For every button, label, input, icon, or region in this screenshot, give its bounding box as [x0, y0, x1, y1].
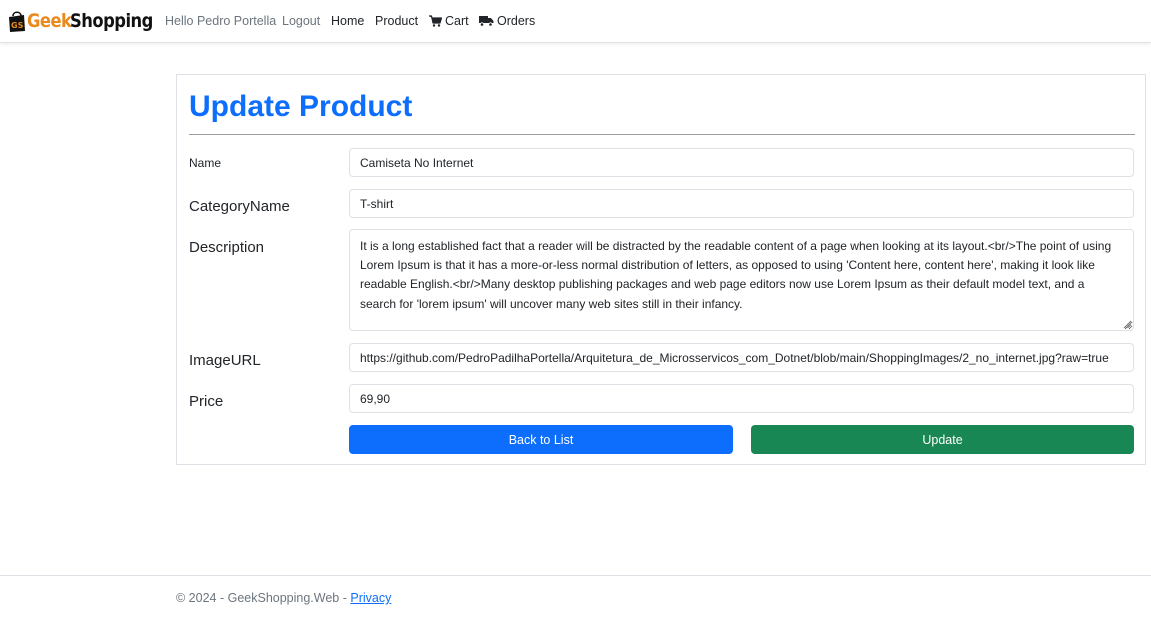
privacy-link[interactable]: Privacy	[350, 591, 391, 605]
svg-text:GS: GS	[11, 21, 24, 30]
navbar: GS Geek Shopping Hello Pedro Portella Lo…	[0, 0, 1151, 43]
resize-grip-icon[interactable]	[1122, 319, 1132, 329]
name-input[interactable]	[349, 148, 1134, 177]
description-textarea[interactable]: It is a long established fact that a rea…	[349, 229, 1134, 331]
brand-name-geek: Geek	[27, 10, 72, 32]
page-title: Update Product	[189, 90, 413, 123]
name-label: Name	[189, 156, 222, 170]
nav-cart-label: Cart	[445, 14, 469, 28]
truck-icon	[479, 16, 494, 27]
footer-divider	[0, 575, 1151, 576]
shopping-bag-logo-icon: GS	[9, 11, 25, 32]
image-url-input[interactable]	[349, 343, 1134, 372]
logout-link[interactable]: Logout	[282, 13, 320, 29]
title-divider	[189, 134, 1135, 135]
brand-logo-link[interactable]: GS Geek Shopping	[8, 6, 160, 36]
cart-icon	[429, 15, 442, 27]
footer-copyright: © 2024 - GeekShopping.Web -	[176, 591, 351, 605]
description-label: Description	[189, 239, 265, 256]
image-url-label: ImageURL	[189, 352, 261, 369]
price-label: Price	[189, 393, 224, 410]
price-input[interactable]	[349, 384, 1134, 413]
nav-product-link[interactable]: Product	[375, 13, 418, 29]
user-greeting: Hello Pedro Portella	[165, 14, 277, 28]
back-to-list-button[interactable]: Back to List	[349, 425, 733, 454]
nav-orders-label: Orders	[497, 14, 536, 28]
brand-name-shopping: Shopping	[70, 10, 153, 32]
category-name-label: CategoryName	[189, 198, 290, 215]
nav-cart-link[interactable]: Cart	[429, 13, 469, 29]
nav-orders-link[interactable]: Orders	[479, 13, 535, 29]
footer: © 2024 - GeekShopping.Web - Privacy	[176, 591, 391, 605]
category-name-input[interactable]	[349, 189, 1134, 218]
nav-home-link[interactable]: Home	[331, 13, 364, 29]
update-button[interactable]: Update	[751, 425, 1134, 454]
